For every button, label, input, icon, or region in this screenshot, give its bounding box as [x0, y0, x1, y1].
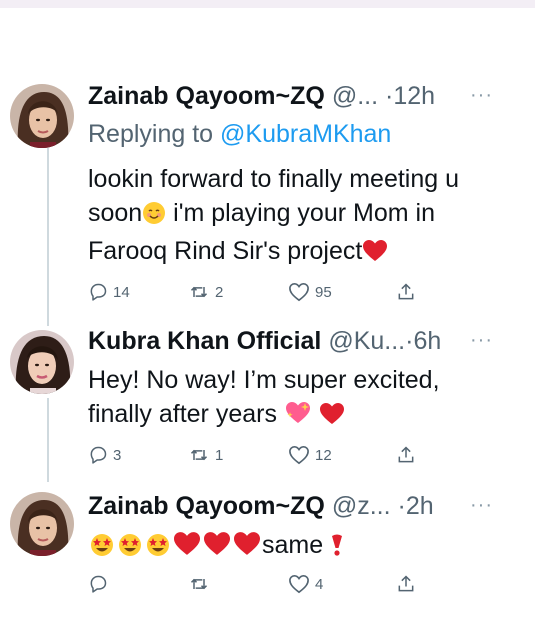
- replying-to-label: Replying to: [88, 120, 221, 148]
- share-icon: [396, 573, 416, 595]
- share-icon: [396, 281, 416, 303]
- tweet-header: Zainab Qayoom~ZQ @z... ·2h: [88, 490, 434, 522]
- reply-icon: [88, 282, 108, 302]
- red-heart-emoji: [319, 401, 345, 435]
- tweet-text-line: Farooq Rind Sir's project: [88, 234, 459, 272]
- retweet-icon: [188, 574, 210, 594]
- tweet-text-fragment: Farooq Rind Sir's project: [88, 237, 363, 265]
- user-handle[interactable]: @z...: [332, 492, 391, 520]
- tweet-text-line: Hey! No way! I’m super excited,: [88, 366, 440, 394]
- top-divider: [0, 0, 535, 8]
- red-heart-emoji: [362, 238, 388, 272]
- avatar[interactable]: [10, 84, 74, 148]
- display-name[interactable]: Kubra Khan Official: [88, 327, 321, 355]
- tweet-text: lookin forward to finally meeting u soon…: [88, 162, 459, 272]
- reply-button[interactable]: 14: [88, 280, 130, 304]
- tweet-text-fragment: same: [262, 531, 324, 559]
- like-button[interactable]: 12: [288, 443, 332, 467]
- tweet-header: Zainab Qayoom~ZQ @... ·12h: [88, 80, 435, 112]
- retweet-button[interactable]: 1: [188, 443, 223, 467]
- tweet-actions: 14 2 95: [88, 280, 428, 304]
- reply-button[interactable]: 3: [88, 443, 121, 467]
- tweet-text-line: same: [88, 528, 344, 566]
- timestamp[interactable]: 2h: [406, 492, 434, 520]
- timestamp[interactable]: 12h: [393, 82, 435, 110]
- like-count: 95: [315, 283, 332, 301]
- like-icon: [288, 282, 310, 302]
- reply-icon: [88, 445, 108, 465]
- like-button[interactable]: 95: [288, 280, 332, 304]
- tweet-text: same: [88, 528, 344, 566]
- star-struck-emoji: [144, 531, 172, 566]
- tweet-text-fragment: finally after years: [88, 400, 284, 428]
- tweet[interactable]: Kubra Khan Official @Ku...·6h ··· Hey! N…: [0, 325, 535, 475]
- replying-to: Replying to @KubraMKhan: [88, 118, 391, 150]
- share-icon: [396, 444, 416, 466]
- reply-button[interactable]: [88, 572, 113, 596]
- tweet-text-line: finally after years: [88, 397, 440, 435]
- tweet-text-fragment: i'm playing your Mom in: [166, 199, 435, 227]
- display-name[interactable]: Zainab Qayoom~ZQ: [88, 492, 325, 520]
- retweet-count: 1: [215, 446, 224, 464]
- retweet-button[interactable]: 2: [188, 280, 223, 304]
- avatar[interactable]: [10, 492, 74, 556]
- red-heart-emoji: [202, 531, 232, 566]
- red-heart-emoji: [172, 531, 202, 566]
- reply-count: 3: [113, 446, 122, 464]
- tweet[interactable]: Zainab Qayoom~ZQ @... ·12h ··· Replying …: [0, 80, 535, 310]
- red-heart-emoji: [232, 531, 262, 566]
- tweet-text-line: lookin forward to finally meeting u: [88, 165, 460, 193]
- retweet-icon: [188, 445, 210, 465]
- retweet-count: 2: [215, 283, 224, 301]
- more-options-icon[interactable]: ···: [470, 80, 493, 110]
- tweet[interactable]: Zainab Qayoom~ZQ @z... ·2h ··· same 4: [0, 490, 535, 615]
- timestamp[interactable]: 6h: [413, 327, 441, 355]
- like-count: 12: [315, 446, 332, 464]
- tweet-text-fragment: soon: [88, 199, 143, 227]
- like-button[interactable]: 4: [288, 572, 323, 596]
- display-name[interactable]: Zainab Qayoom~ZQ: [88, 82, 325, 110]
- separator-dot: ·: [397, 492, 406, 520]
- exclamation-emoji: [330, 532, 344, 566]
- tweet-actions: 3 1 12: [88, 443, 428, 467]
- reply-count: 14: [113, 283, 130, 301]
- mention-link[interactable]: @KubraMKhan: [220, 120, 391, 148]
- tweet-header: Kubra Khan Official @Ku...·6h: [88, 325, 441, 357]
- retweet-icon: [188, 282, 210, 302]
- like-icon: [288, 574, 310, 594]
- share-button[interactable]: [396, 280, 416, 304]
- like-icon: [288, 445, 310, 465]
- reply-icon: [88, 574, 108, 594]
- retweet-button[interactable]: [188, 572, 215, 596]
- more-options-icon[interactable]: ···: [470, 490, 493, 520]
- sparkling-heart-emoji: [284, 400, 312, 435]
- more-options-icon[interactable]: ···: [470, 325, 493, 355]
- share-button[interactable]: [396, 443, 416, 467]
- smiling-face-emoji: [142, 200, 166, 234]
- share-button[interactable]: [396, 572, 416, 596]
- user-handle[interactable]: @...: [332, 82, 378, 110]
- avatar[interactable]: [10, 330, 74, 394]
- star-struck-emoji: [116, 531, 144, 566]
- tweet-text-line: soon i'm playing your Mom in: [88, 196, 459, 234]
- star-struck-emoji: [88, 531, 116, 566]
- tweet-actions: 4: [88, 572, 428, 596]
- like-count: 4: [315, 575, 324, 593]
- tweet-text: Hey! No way! I’m super excited, finally …: [88, 363, 440, 435]
- user-handle[interactable]: @Ku...: [328, 327, 405, 355]
